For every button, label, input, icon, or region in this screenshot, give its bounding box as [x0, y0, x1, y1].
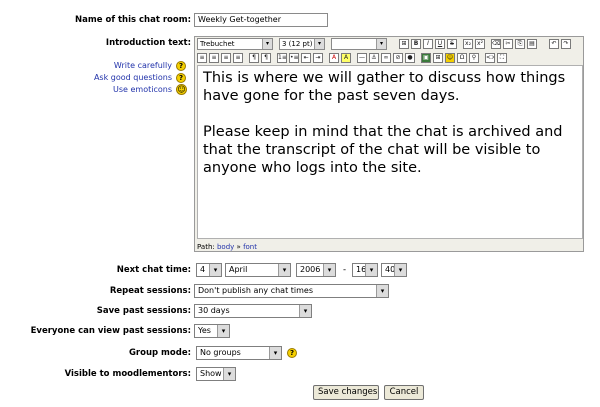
editor-toolbar-row-1: Trebuchet ▾ 3 (12 pt) ▾ ▾ ⊞ B I U S x₂ x² … — [195, 37, 583, 51]
next-chat-label: Next chat time: — [116, 265, 191, 275]
horizontal-rule-icon[interactable]: — — [357, 53, 367, 63]
name-input[interactable]: Weekly Get-together — [194, 13, 328, 27]
group-mode-select[interactable]: No groups ▾ — [196, 346, 282, 360]
month-select[interactable]: April ▾ — [225, 263, 291, 277]
anchor-icon[interactable]: ⚓ — [369, 53, 379, 63]
path-body-link[interactable]: body — [217, 243, 234, 251]
bg-color-icon[interactable]: A — [341, 53, 351, 63]
everyone-view-label: Everyone can view past sessions: — [30, 326, 191, 336]
copy-icon[interactable]: ⎘ — [515, 39, 525, 49]
editor-paragraph: Please keep in mind that the chat is arc… — [203, 124, 563, 176]
underline-icon[interactable]: U — [435, 39, 445, 49]
subscript-icon[interactable]: x₂ — [463, 39, 473, 49]
undo-icon[interactable]: ↶ — [549, 39, 559, 49]
paragraph-format-select[interactable]: ▾ — [331, 38, 387, 50]
everyone-view-select[interactable]: Yes ▾ — [194, 324, 230, 338]
bold-icon[interactable]: B — [411, 39, 421, 49]
visible-label: Visible to moodlementors: — [64, 369, 191, 379]
path-separator: » — [236, 243, 241, 251]
help-link-emoticons[interactable]: Use emoticons — [113, 85, 172, 94]
save-past-label: Save past sessions: — [96, 306, 191, 316]
nolink-icon[interactable]: ● — [405, 53, 415, 63]
save-past-select[interactable]: 30 days ▾ — [194, 304, 312, 318]
smiley-icon[interactable]: ☺ — [176, 84, 187, 95]
repeat-select[interactable]: Don't publish any chat times ▾ — [194, 284, 389, 298]
visible-select[interactable]: Show ▾ — [196, 367, 236, 381]
smiley-insert-icon[interactable]: ☺ — [445, 53, 455, 63]
ltr-icon[interactable]: ¶ — [249, 53, 259, 63]
name-label: Name of this chat room: — [75, 15, 191, 25]
italic-icon[interactable]: I — [423, 39, 433, 49]
cancel-button[interactable]: Cancel — [384, 385, 424, 400]
question-icon[interactable]: ? — [176, 61, 186, 71]
help-link-ask-questions[interactable]: Ask good questions — [94, 73, 172, 82]
special-char-icon[interactable]: Ω — [457, 53, 467, 63]
text-color-icon[interactable]: A — [329, 53, 339, 63]
group-mode-label: Group mode: — [128, 348, 191, 358]
redo-icon[interactable]: ↷ — [561, 39, 571, 49]
search-replace-icon[interactable]: ⚲ — [469, 53, 479, 63]
year-select[interactable]: 2006 ▾ — [296, 263, 336, 277]
help-link-write-carefully[interactable]: Write carefully — [114, 61, 172, 70]
path-font-link[interactable]: font — [243, 243, 257, 251]
clean-icon[interactable]: ⌫ — [491, 39, 501, 49]
superscript-icon[interactable]: x² — [475, 39, 485, 49]
question-icon[interactable]: ? — [176, 73, 186, 83]
minute-select[interactable]: 40 ▾ — [381, 263, 407, 277]
ordered-list-icon[interactable]: 1≡ — [277, 53, 287, 63]
link-icon[interactable]: ∞ — [381, 53, 391, 63]
outdent-icon[interactable]: ⇤ — [301, 53, 311, 63]
path-label: Path: — [197, 243, 215, 251]
intro-label: Introduction text: — [105, 38, 191, 48]
question-icon[interactable]: ? — [287, 348, 297, 358]
paste-icon[interactable]: ▤ — [527, 39, 537, 49]
html-editor: Trebuchet ▾ 3 (12 pt) ▾ ▾ ⊞ B I U S x₂ x² … — [194, 36, 584, 252]
table-icon[interactable]: ⊞ — [433, 53, 443, 63]
cut-icon[interactable]: ✂ — [503, 39, 513, 49]
align-right-icon[interactable]: ≡ — [221, 53, 231, 63]
align-left-icon[interactable]: ≡ — [197, 53, 207, 63]
fullscreen-icon[interactable]: ⛶ — [497, 53, 507, 63]
rtl-icon[interactable]: ¶ — [261, 53, 271, 63]
save-changes-button[interactable]: Save changes — [313, 385, 379, 400]
editor-toolbar-row-2: ≡ ≡ ≡ ≡ ¶ ¶ 1≡ •≡ ⇤ ⇥ A A — ⚓ ∞ ⊘ ● ▣ ⊞ … — [195, 51, 583, 65]
font-size-select[interactable]: 3 (12 pt) ▾ — [279, 38, 325, 50]
editor-path-bar: Path: body » font — [197, 242, 257, 252]
justify-icon[interactable]: ≡ — [233, 53, 243, 63]
editor-content-area[interactable]: This is where we will gather to discuss … — [197, 65, 583, 239]
unordered-list-icon[interactable]: •≡ — [289, 53, 299, 63]
editor-paragraph: This is where we will gather to discuss … — [203, 70, 566, 104]
image-icon[interactable]: ▣ — [421, 53, 431, 63]
lang-icon[interactable]: ⊞ — [399, 39, 409, 49]
strikethrough-icon[interactable]: S — [447, 39, 457, 49]
indent-icon[interactable]: ⇥ — [313, 53, 323, 63]
html-source-icon[interactable]: <> — [485, 53, 495, 63]
hour-select[interactable]: 16 ▾ — [352, 263, 378, 277]
time-separator: - — [343, 265, 347, 275]
font-family-select[interactable]: Trebuchet ▾ — [197, 38, 273, 50]
repeat-label: Repeat sessions: — [109, 286, 191, 296]
unlink-icon[interactable]: ⊘ — [393, 53, 403, 63]
align-center-icon[interactable]: ≡ — [209, 53, 219, 63]
day-select[interactable]: 4 ▾ — [196, 263, 222, 277]
